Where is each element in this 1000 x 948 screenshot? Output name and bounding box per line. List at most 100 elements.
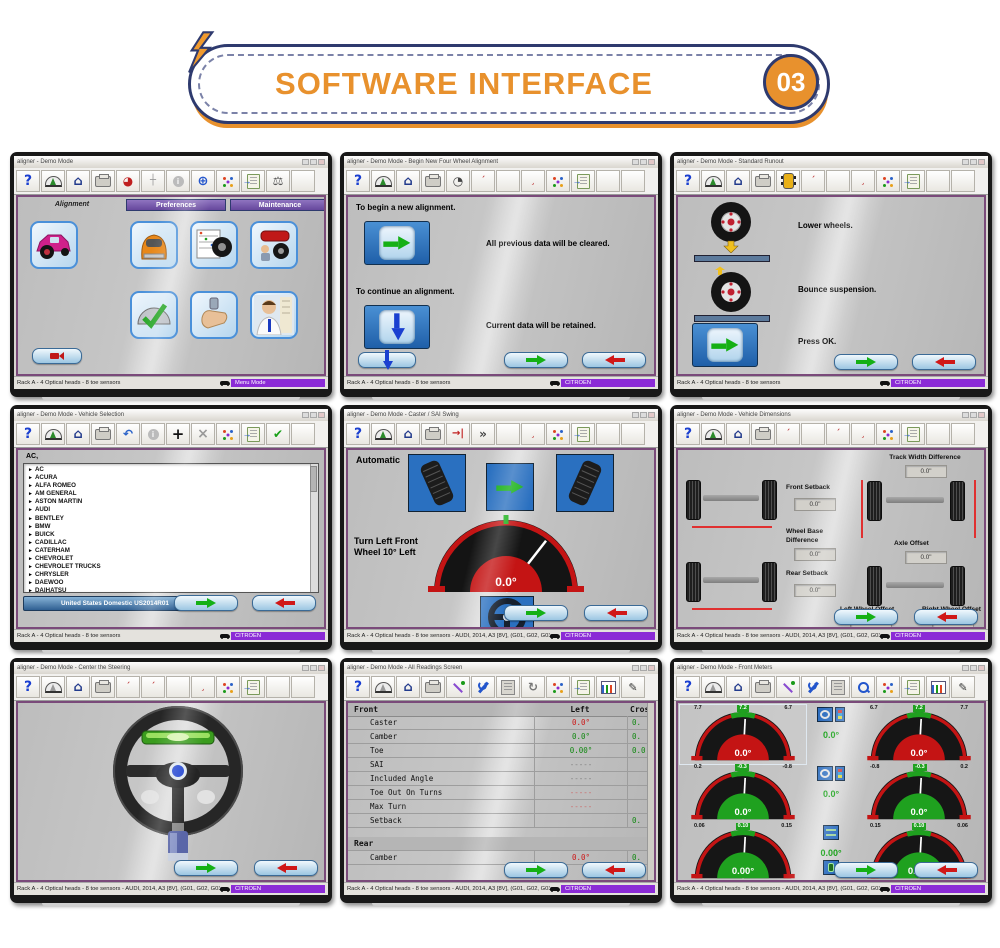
window-controls[interactable] [302, 412, 325, 418]
home-icon[interactable]: ⌂ [726, 170, 750, 192]
down-button[interactable] [358, 352, 416, 368]
printer-icon[interactable] [421, 676, 445, 698]
printer-icon[interactable] [421, 423, 445, 445]
forward-button[interactable] [174, 860, 238, 876]
tire-schedule-icon[interactable] [190, 221, 238, 269]
sensors-icon[interactable] [876, 423, 900, 445]
undo-icon[interactable]: ↶ [116, 423, 140, 445]
printer-icon[interactable] [421, 170, 445, 192]
home-icon[interactable]: ⌂ [396, 423, 420, 445]
back-button[interactable] [582, 352, 646, 368]
window-titlebar[interactable]: aligner - Demo Mode - Standard Runout [674, 156, 988, 168]
check-icon[interactable]: ✔ [266, 423, 290, 445]
tire-change-icon[interactable] [250, 221, 298, 269]
printer-icon[interactable] [91, 676, 115, 698]
home-icon[interactable]: ⌂ [66, 170, 90, 192]
table-row[interactable]: Camber 0.0° 0. [348, 730, 654, 744]
gauge-icon[interactable] [371, 170, 395, 192]
chart-icon[interactable] [926, 676, 950, 698]
home-icon[interactable]: ⌂ [396, 170, 420, 192]
tab-preferences[interactable]: Preferences [126, 199, 226, 211]
export-icon[interactable] [571, 676, 595, 698]
printer-icon[interactable] [91, 423, 115, 445]
window-titlebar[interactable]: aligner - Demo Mode - Vehicle Selection [14, 409, 328, 421]
scales-icon[interactable]: ⚖ [266, 170, 290, 192]
help-icon[interactable]: ? [346, 170, 370, 192]
table-scrollbar[interactable] [647, 703, 654, 880]
sensors-icon[interactable] [546, 170, 570, 192]
mark-icon[interactable]: ´ [776, 423, 800, 445]
globe-icon[interactable]: ⊕ [191, 170, 215, 192]
help-icon[interactable]: ? [16, 170, 40, 192]
forward-button[interactable] [834, 609, 898, 625]
info-icon[interactable]: i [166, 170, 190, 192]
arrow-bar-icon[interactable]: →| [446, 423, 470, 445]
help-icon[interactable]: ? [676, 170, 700, 192]
forward-button[interactable] [504, 862, 568, 878]
vehicle-list-item[interactable]: ►AC [28, 466, 310, 474]
book-gray-icon[interactable] [826, 676, 850, 698]
tab-alignment[interactable]: Alignment [22, 199, 122, 211]
vehicle-list-item[interactable]: ►ACURA [28, 474, 310, 482]
back-button[interactable] [582, 862, 646, 878]
export-icon[interactable] [901, 423, 925, 445]
table-row[interactable]: Setback 0. [348, 814, 654, 828]
help-icon[interactable]: ? [16, 423, 40, 445]
wand-icon[interactable] [446, 676, 470, 698]
forward-button[interactable] [834, 862, 898, 878]
window-titlebar[interactable]: aligner - Demo Mode - Front Meters [674, 662, 988, 674]
vehicle-list-item[interactable]: ►BMW [28, 523, 310, 531]
export-icon[interactable] [241, 676, 265, 698]
table-row[interactable]: Max Turn ----- [348, 800, 654, 814]
zoom-icon[interactable] [851, 676, 875, 698]
table-row[interactable]: SAI ----- [348, 758, 654, 772]
mark2-icon[interactable]: ¸ [851, 423, 875, 445]
back-button[interactable] [584, 605, 648, 621]
vehicle-list-item[interactable]: ►BUICK [28, 531, 310, 539]
sensors-icon[interactable] [216, 423, 240, 445]
mark2-icon[interactable]: ¸ [851, 170, 875, 192]
sign-icon[interactable]: ✎ [951, 676, 975, 698]
wand-icon[interactable] [776, 676, 800, 698]
window-controls[interactable] [962, 665, 985, 671]
printer-icon[interactable] [751, 423, 775, 445]
vehicle-list-item[interactable]: ►CHRYSLER [28, 571, 310, 579]
forward-button[interactable] [174, 595, 238, 611]
back-button[interactable] [254, 860, 318, 876]
mark-icon[interactable]: ´ [801, 170, 825, 192]
vehicle-list-item[interactable]: ►ASTON MARTIN [28, 498, 310, 506]
measure-check-icon[interactable] [130, 291, 178, 339]
sensors-icon[interactable] [876, 170, 900, 192]
vehicle-list-item[interactable]: ►AUDI [28, 506, 310, 514]
home-icon[interactable]: ⌂ [726, 423, 750, 445]
vehicle-list-item[interactable]: ►DAEWOO [28, 579, 310, 587]
export-icon[interactable] [571, 170, 595, 192]
table-row[interactable]: Included Angle ----- [348, 772, 654, 786]
window-controls[interactable] [302, 159, 325, 165]
mark-icon[interactable]: ´ [116, 676, 140, 698]
window-titlebar[interactable]: aligner - Demo Mode - Begin New Four Whe… [344, 156, 658, 168]
sensors-icon[interactable] [546, 676, 570, 698]
sensors-icon[interactable] [876, 676, 900, 698]
car-rear-icon[interactable] [130, 221, 178, 269]
window-titlebar[interactable]: aligner - Demo Mode - Center the Steerin… [14, 662, 328, 674]
mark2-icon[interactable]: ¸ [191, 676, 215, 698]
table-row[interactable]: Toe Out On Turns ----- [348, 786, 654, 800]
forward-button[interactable] [504, 352, 568, 368]
window-controls[interactable] [302, 665, 325, 671]
window-controls[interactable] [632, 159, 655, 165]
gauge-gray-icon[interactable] [41, 676, 65, 698]
vehicle-list-item[interactable]: ►CHEVROLET [28, 555, 310, 563]
window-controls[interactable] [632, 412, 655, 418]
back-button[interactable] [912, 354, 976, 370]
book-icon[interactable] [496, 676, 520, 698]
window-controls[interactable] [632, 665, 655, 671]
back-button[interactable] [914, 609, 978, 625]
export-icon[interactable] [241, 170, 265, 192]
window-titlebar[interactable]: aligner - Demo Mode [14, 156, 328, 168]
car-top-icon[interactable] [776, 170, 800, 192]
vehicle-list-item[interactable]: ►DAIHATSU [28, 587, 310, 593]
gauge-gray-icon[interactable] [701, 676, 725, 698]
printer-icon[interactable] [751, 170, 775, 192]
demo-mode-button[interactable] [32, 348, 82, 364]
